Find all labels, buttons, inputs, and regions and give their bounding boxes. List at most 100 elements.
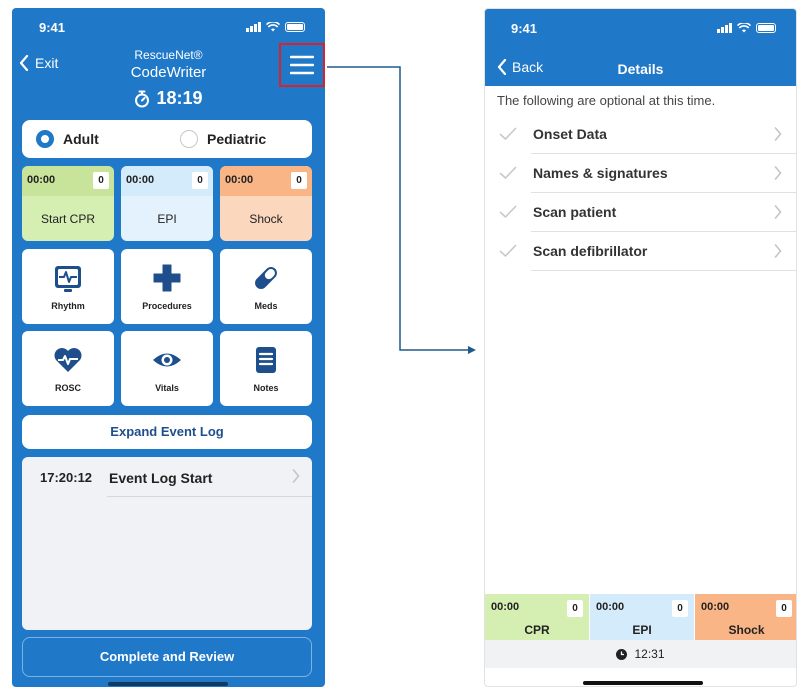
shock-counter[interactable]: 00:00 0 Shock <box>695 594 796 640</box>
stopwatch-icon <box>135 90 150 107</box>
shock-label: Shock <box>728 623 765 637</box>
procedures-button[interactable]: Procedures <box>121 249 213 324</box>
page-title: Details <box>617 61 664 77</box>
pill-icon <box>255 267 277 289</box>
shock-count: 0 <box>291 172 307 189</box>
nav-bar: Back Details <box>485 53 796 86</box>
chevron-right-icon <box>774 244 782 258</box>
notes-button[interactable]: Notes <box>220 331 312 406</box>
meds-label: Meds <box>254 301 278 311</box>
chevron-right-icon <box>774 166 782 180</box>
rosc-button[interactable]: ROSC <box>22 331 114 406</box>
cpr-count: 0 <box>93 172 109 189</box>
pediatric-option[interactable]: Pediatric <box>180 130 266 148</box>
cpr-elapsed: 00:00 <box>27 174 56 186</box>
item-label: Names & signatures <box>533 165 668 181</box>
event-time: 17:20:12 <box>40 470 93 485</box>
optional-intro-text: The following are optional at this time. <box>497 93 716 108</box>
row-divider <box>531 270 796 271</box>
status-bar: 9:41 <box>12 20 325 40</box>
epi-count: 0 <box>192 172 208 189</box>
battery-icon <box>756 23 776 33</box>
status-time: 9:41 <box>39 20 66 35</box>
vitals-button[interactable]: Vitals <box>121 331 213 406</box>
list-item-scan-defibrillator[interactable]: Scan defibrillator <box>485 232 796 271</box>
timer-value: 18:19 <box>156 88 203 108</box>
notes-label: Notes <box>253 383 279 393</box>
epi-counter[interactable]: 00:00 0 EPI <box>590 594 694 640</box>
status-time: 9:41 <box>511 21 538 36</box>
signal-icon <box>717 23 732 33</box>
nav-bar: Exit RescueNet® CodeWriter <box>12 43 325 88</box>
clock-icon <box>616 648 628 660</box>
shock-count: 0 <box>776 600 792 617</box>
wifi-icon <box>737 23 751 33</box>
checkmark-icon <box>499 127 517 140</box>
event-text: Event Log Start <box>109 470 213 486</box>
shock-label: Shock <box>249 212 283 226</box>
cpr-counter[interactable]: 00:00 0 CPR <box>485 594 589 640</box>
procedures-label: Procedures <box>142 301 192 311</box>
vitals-label: Vitals <box>155 383 179 393</box>
hamburger-icon <box>290 55 314 75</box>
adult-label: Adult <box>63 131 99 147</box>
elapsed-clock: 12:31 <box>485 640 796 668</box>
event-log-list: 17:20:12 Event Log Start <box>22 457 312 630</box>
code-timer: 18:19 <box>12 88 325 109</box>
chevron-right-icon <box>774 205 782 219</box>
rosc-label: ROSC <box>54 383 81 393</box>
epi-elapsed: 00:00 <box>596 601 625 613</box>
shock-elapsed: 00:00 <box>701 601 730 613</box>
item-label: Scan defibrillator <box>533 243 648 259</box>
row-divider <box>107 496 312 497</box>
epi-label: EPI <box>157 212 177 226</box>
chevron-right-icon <box>774 127 782 141</box>
rhythm-button[interactable]: Rhythm <box>22 249 114 324</box>
bottom-counter-bar: 00:00 0 CPR 00:00 0 EPI 00:00 0 Shock <box>485 594 796 640</box>
wifi-icon <box>266 22 280 32</box>
item-label: Scan patient <box>533 204 617 220</box>
meds-button[interactable]: Meds <box>220 249 312 324</box>
menu-button[interactable] <box>279 43 325 87</box>
item-label: Onset Data <box>533 126 607 142</box>
phone-main-screen: 9:41 Exit RescueNet® CodeWriter 18:19 Ad… <box>12 8 325 687</box>
battery-icon <box>285 22 305 32</box>
epi-label: EPI <box>632 623 652 637</box>
start-cpr-button[interactable]: 00:00 0 Start CPR <box>22 166 114 241</box>
cpr-label: CPR <box>524 623 550 637</box>
status-bar: 9:41 <box>485 9 796 53</box>
checkmark-icon <box>499 244 517 257</box>
radio-unselected <box>180 130 198 148</box>
epi-count: 0 <box>672 600 688 617</box>
complete-and-review-button[interactable]: Complete and Review <box>22 637 312 677</box>
event-log-row[interactable]: 17:20:12 Event Log Start <box>22 457 312 497</box>
adult-option[interactable]: Adult <box>36 130 99 148</box>
home-indicator <box>583 681 703 685</box>
expand-event-log-button[interactable]: Expand Event Log <box>22 415 312 449</box>
epi-button[interactable]: 00:00 0 EPI <box>121 166 213 241</box>
checkmark-icon <box>499 205 517 218</box>
clock-value: 12:31 <box>634 647 665 661</box>
list-item-names-signatures[interactable]: Names & signatures <box>485 154 796 193</box>
cpr-count: 0 <box>567 600 583 617</box>
shock-button[interactable]: 00:00 0 Shock <box>220 166 312 241</box>
ecg-monitor-icon <box>55 266 81 292</box>
eye-icon <box>153 353 181 367</box>
home-indicator <box>108 682 228 686</box>
rhythm-label: Rhythm <box>51 301 85 311</box>
medical-cross-icon <box>153 264 181 292</box>
cpr-elapsed: 00:00 <box>491 601 520 613</box>
list-item-onset-data[interactable]: Onset Data <box>485 115 796 154</box>
list-item-scan-patient[interactable]: Scan patient <box>485 193 796 232</box>
radio-selected <box>36 130 54 148</box>
shock-elapsed: 00:00 <box>225 174 254 186</box>
chevron-right-icon <box>292 469 300 483</box>
phone-details-screen: 9:41 Back Details The following are opti… <box>484 8 797 687</box>
notes-icon <box>256 347 276 373</box>
pediatric-label: Pediatric <box>207 131 267 147</box>
signal-icon <box>246 22 261 32</box>
epi-elapsed: 00:00 <box>126 174 155 186</box>
checkmark-icon <box>499 166 517 179</box>
cpr-label: Start CPR <box>40 212 95 226</box>
patient-type-selector: Adult Pediatric <box>22 120 312 158</box>
